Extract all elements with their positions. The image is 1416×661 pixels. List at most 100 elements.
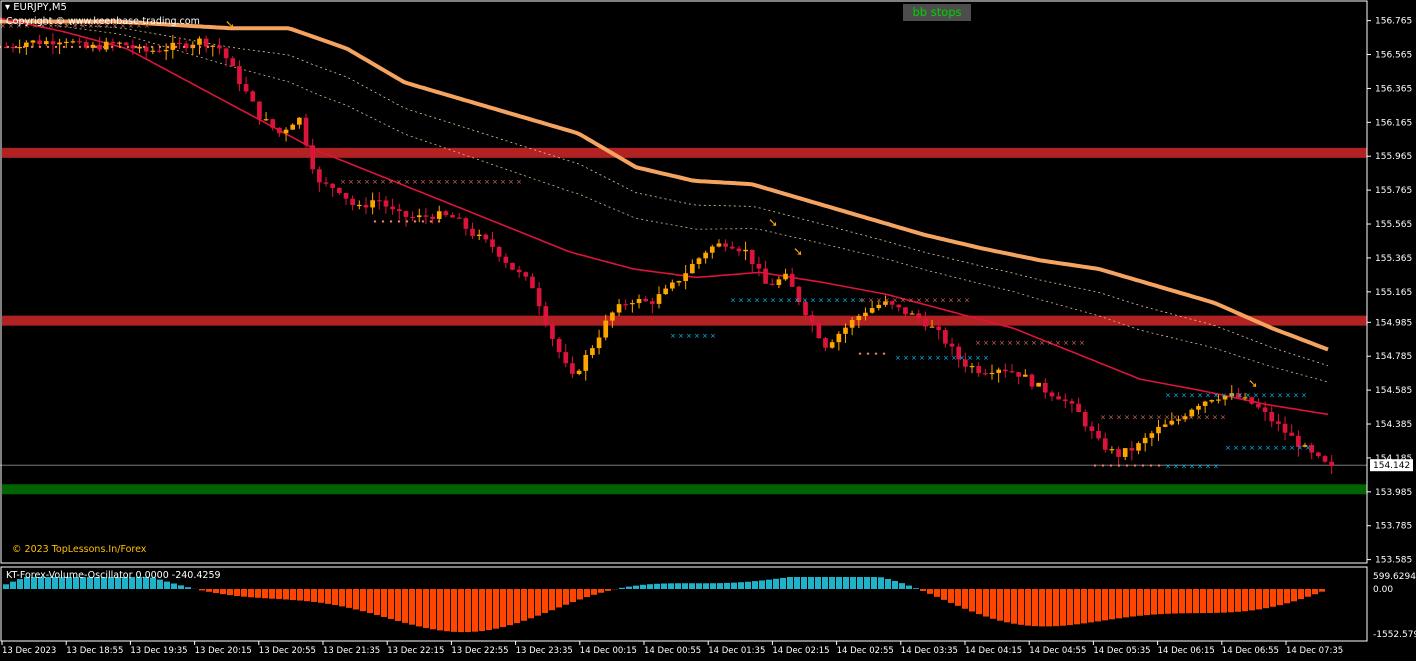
candle-body [263,119,269,121]
candle-body [170,42,176,50]
oscillator-bar [1039,589,1045,627]
stop-marker: × [1205,463,1211,471]
candle-body [1142,437,1148,444]
bb-stops-button[interactable]: bb stops [903,4,971,21]
candle-body [1109,449,1115,451]
oscillator-bar [731,582,737,589]
oscillator-bar [1088,589,1094,623]
oscillator-bar [157,579,163,589]
stop-marker: × [778,296,784,304]
stop-marker: × [850,296,856,304]
price-tick-label: 156.165 [1375,118,1412,128]
level-dot [86,45,90,49]
stop-marker: × [348,178,354,186]
oscillator-bar [1228,589,1234,613]
candle-body [816,322,822,339]
level-dot [1101,464,1105,467]
oscillator-bar [962,589,968,609]
candle-body [623,304,629,306]
signal-arrow: ➘ [225,17,235,31]
oscillator-bar [535,589,541,616]
oscillator-tick-label: 0.00 [1373,585,1393,595]
stop-marker: × [356,178,362,186]
time-tick-label: 14 Dec 00:15 [580,646,637,656]
upper-band-line [0,19,1329,352]
candle-body [903,307,908,315]
level-dot [1117,464,1121,467]
oscillator-bar [934,589,940,597]
stop-marker: × [1181,463,1187,471]
level-dot [421,220,425,223]
candle-body [783,273,788,280]
candle-body [283,129,289,134]
oscillator-bar [262,589,268,599]
stop-marker: × [927,354,933,362]
level-dot [198,45,202,49]
oscillator-bar [1102,589,1108,621]
candle-body [829,342,835,348]
stop-marker: × [380,178,386,186]
candle-body [1022,374,1028,377]
candle-body [563,352,569,364]
zone-resistance-1 [2,315,1367,326]
oscillator-bar [563,589,569,605]
price-tick-label: 156.365 [1375,84,1412,94]
oscillator-bar [773,578,779,589]
candle-body [257,101,262,120]
candle-body [117,42,122,44]
time-tick-label: 13 Dec 23:35 [516,646,573,656]
symbol-label[interactable]: ▾ EURJPY,M5 [5,2,67,13]
level-dot [1125,464,1129,467]
candle-body [403,211,409,217]
level-dot [118,45,122,49]
candle-body [1196,405,1201,410]
oscillator-bar [815,577,821,589]
level-dot [142,45,146,49]
candle-body [863,312,868,317]
stop-marker: × [444,178,450,186]
oscillator-bar [451,589,457,632]
candle-body [70,41,76,43]
stop-marker: × [975,354,981,362]
candle-body [510,262,515,270]
oscillator-bar [507,589,513,626]
candle-body [523,272,529,277]
level-dot [14,45,18,49]
stop-marker: × [508,178,514,186]
oscillator-bar [444,589,450,632]
candle-body [423,215,429,217]
oscillator-panel [3,577,1332,633]
oscillator-bar [801,577,807,589]
candle-body [809,315,815,323]
price-tick-label: 153.785 [1375,522,1412,532]
candle-body [1042,382,1048,393]
chart-canvas: × × × × × × × × × × × × × × × × × × ×× × × × × × × × × × × × × × × × × × × × ×… [0,0,1416,656]
candle-body [643,298,649,302]
stop-marker: × [372,178,378,186]
symbol-text: EURJPY,M5 [13,2,67,13]
time-tick-label: 14 Dec 02:55 [837,646,894,656]
oscillator-tick-label: 599.6294 [1373,572,1416,582]
candle-body [63,41,69,44]
candle-body [1009,371,1015,373]
oscillator-bar [997,589,1003,621]
candle-body [337,187,342,194]
oscillator-bar [241,589,247,597]
stop-marker: × [1297,444,1303,452]
stop-marker: × [1197,463,1203,471]
oscillator-bar [1095,589,1101,622]
oscillator-bar [640,584,646,589]
candle-body [250,91,256,102]
oscillator-bar [822,577,828,589]
candle-body [536,288,542,307]
level-dot [30,45,34,49]
oscillator-bar [878,577,884,589]
oscillator-bar [500,589,506,628]
candle-body [616,304,622,313]
candle-body [1089,426,1095,431]
candle-body [57,42,62,45]
oscillator-bar [1137,589,1143,616]
candle-body [976,366,982,374]
oscillator-bar [1263,589,1269,609]
stop-marker: × [1189,463,1195,471]
